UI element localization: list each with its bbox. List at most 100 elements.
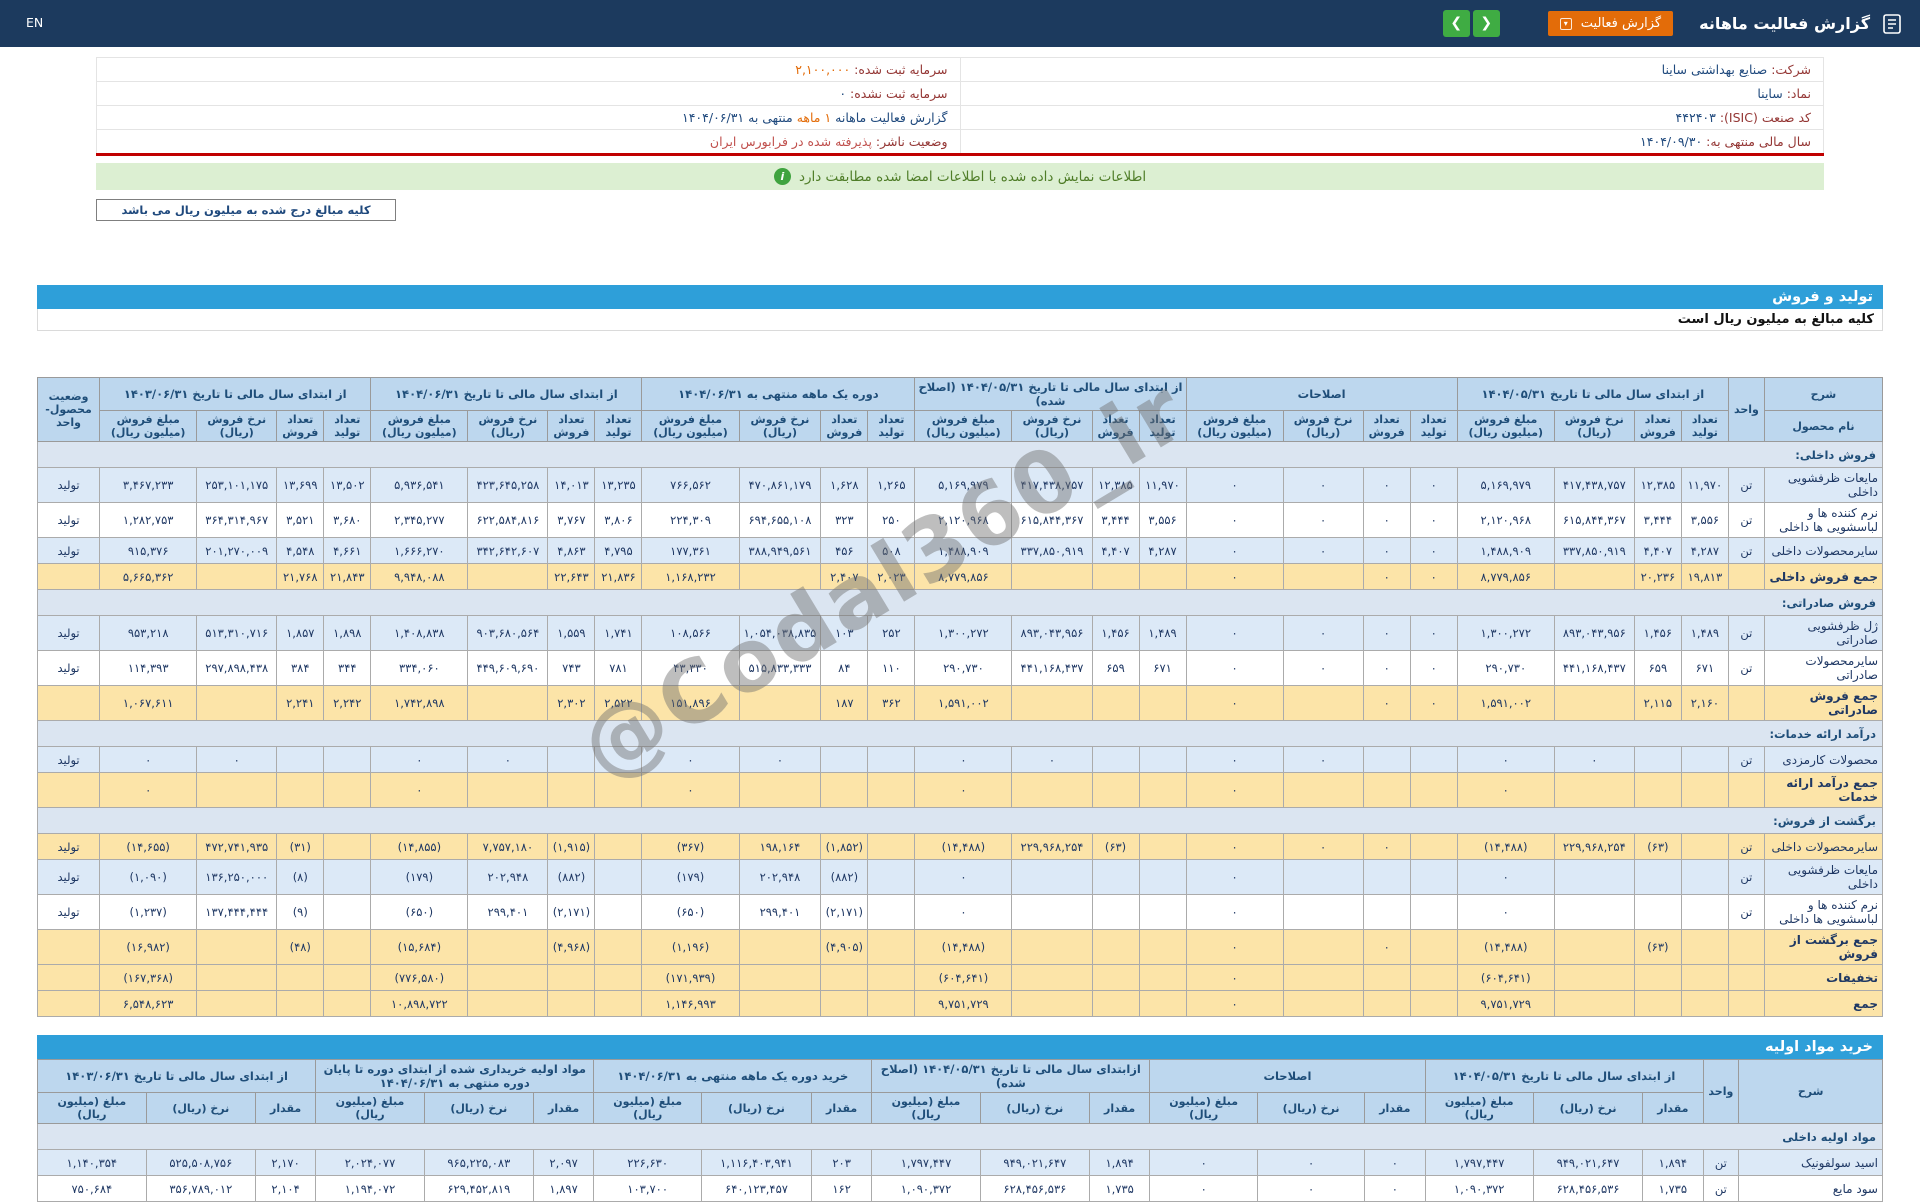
- value-cell: ۱,۱۶۸,۲۳۲: [641, 563, 740, 590]
- sales-unit-note: کلیه مبالغ به میلیون ریال است: [37, 309, 1883, 331]
- table-row: سایرمحصولات صادراتی تن ۶۷۱ ۶۵۹ ۴۴۱,۱۶۸,۴۳۷ ۲۹…: [36, 650, 1884, 686]
- section-label: فروش صادراتی:: [37, 589, 1883, 616]
- value-cell: [323, 990, 372, 1017]
- value-cell: ۲,۱۷۰: [254, 1149, 317, 1176]
- product-name-cell: سایرمحصولات داخلی: [1763, 833, 1884, 860]
- value-cell: ۱۳,۲۳۵: [594, 467, 643, 503]
- column-subheader: مبلغ فروش (میلیون ریال): [641, 410, 740, 442]
- value-cell: ۶۴۰,۱۲۳,۴۵۷: [701, 1175, 812, 1202]
- value-cell: [1680, 929, 1729, 965]
- status-cell: تولید: [36, 650, 101, 686]
- production-sales-table: شرح واحد از ابتدای سال مالی تا تاریخ ۱۴۰۴/…: [36, 377, 1884, 1017]
- company-name-link[interactable]: صنایع بهداشتی ساینا: [1662, 62, 1768, 77]
- column-subheader: مبلغ فروش (میلیون ریال): [1456, 410, 1555, 442]
- value-cell: ۳,۵۵۶: [1138, 502, 1187, 538]
- status-cell: تولید: [36, 894, 101, 930]
- status-cell: [36, 964, 101, 991]
- value-cell: ۶۲۲,۵۸۴,۸۱۶: [467, 502, 549, 538]
- report-type-button[interactable]: گزارش فعالیت ▾: [1547, 11, 1674, 36]
- column-subheader: مقدار: [1088, 1092, 1151, 1124]
- value-cell: [1553, 685, 1635, 721]
- value-cell: ۷۵۰,۶۸۴: [37, 1175, 147, 1202]
- report-period-suffix: منتهی به ۱۴۰۴/۰۶/۳۱: [682, 110, 793, 125]
- value-cell: ۱,۱۱۶,۴۰۳,۹۴۱: [701, 1149, 812, 1176]
- value-cell: ۸۹۳,۰۴۳,۹۵۶: [1553, 615, 1635, 651]
- value-cell: ۳۳۴,۰۶۰: [370, 650, 469, 686]
- value-cell: (۱,۸۵۲): [820, 833, 869, 860]
- company-name-cell: شرکت: صنایع بهداشتی ساینا: [959, 57, 1824, 82]
- value-cell: ۱,۸۵۷: [276, 615, 325, 651]
- value-cell: (۱۴,۴۸۸): [1456, 929, 1555, 965]
- value-cell: ۰: [1185, 964, 1284, 991]
- value-cell: ۱,۴۸۹: [1680, 615, 1729, 651]
- value-cell: ۲۲۹,۹۶۸,۲۵۴: [1553, 833, 1635, 860]
- column-header-product-name: نام محصول: [1763, 410, 1884, 442]
- value-cell: [196, 929, 278, 965]
- value-cell: [467, 964, 549, 991]
- value-cell: ۳۴۴: [323, 650, 372, 686]
- value-cell: ۷۸۱: [594, 650, 643, 686]
- report-period-cell: گزارش فعالیت ماهانه ۱ ماهه منتهی به ۱۴۰۴…: [96, 105, 961, 130]
- value-cell: ۲۱,۸۴۳: [323, 563, 372, 590]
- value-cell: ۱۳۶,۲۵۰,۰۰۰: [196, 859, 278, 895]
- value-cell: [196, 964, 278, 991]
- section-row: برگشت از فروش:: [37, 807, 1883, 834]
- unit-cell: تن: [1727, 833, 1765, 860]
- value-cell: (۱,۹۱۵): [547, 833, 596, 860]
- column-subheader: مقدار: [532, 1092, 595, 1124]
- notice-text: اطلاعات نمایش داده شده با اطلاعات امضا ش…: [798, 168, 1147, 185]
- value-cell: [1011, 685, 1093, 721]
- value-cell: [1282, 894, 1364, 930]
- value-cell: ۰: [641, 746, 740, 773]
- value-cell: ۰: [1364, 1149, 1426, 1176]
- value-cell: ۰: [914, 772, 1013, 808]
- chevron-down-icon: ▾: [1559, 17, 1572, 30]
- unit-cell: [1727, 772, 1765, 808]
- value-cell: [1680, 833, 1729, 860]
- column-group-header: از ابتدای سال مالی تا تاریخ ۱۴۰۴/۰۶/۳۱: [370, 377, 643, 411]
- value-cell: ۱,۴۰۸,۸۳۸: [370, 615, 469, 651]
- status-cell: تولید: [36, 502, 101, 538]
- unit-cell: [1727, 990, 1765, 1017]
- value-cell: ۵,۶۶۵,۳۶۲: [99, 563, 198, 590]
- status-cell: [36, 685, 101, 721]
- value-cell: ۰: [370, 772, 469, 808]
- value-cell: (۳۶۷): [641, 833, 740, 860]
- symbol-link[interactable]: ساینا: [1757, 86, 1782, 101]
- column-subheader: تعداد تولید: [1680, 410, 1729, 442]
- product-name-cell: محصولات کارمزدی: [1763, 746, 1884, 773]
- value-cell: [594, 859, 643, 895]
- table-row: جمع ۹,۷۵۱,۷۲۹ ۰ ۹,۷۵۱,۷۲۹ ۱,۱۴۶,۹۹۳ ۱۰,۸۹۸,۷۲…: [36, 990, 1884, 1017]
- value-cell: (۶۵۰): [641, 894, 740, 930]
- product-name-cell: نرم کننده ها و لباسشویی ها داخلی: [1763, 502, 1884, 538]
- product-name-cell: سایرمحصولات صادراتی: [1763, 650, 1884, 686]
- value-cell: ۲۰,۲۳۶: [1633, 563, 1682, 590]
- value-cell: ۱,۰۵۴,۰۳۸,۸۳۵: [738, 615, 822, 651]
- value-cell: [323, 746, 372, 773]
- value-cell: [323, 833, 372, 860]
- value-cell: [1091, 990, 1140, 1017]
- value-cell: ۸,۷۷۹,۸۵۶: [1456, 563, 1555, 590]
- language-toggle[interactable]: EN: [26, 15, 43, 30]
- value-cell: ۵,۹۳۶,۵۴۱: [370, 467, 469, 503]
- value-cell: [1409, 859, 1458, 895]
- previous-report-button[interactable]: ❮: [1442, 10, 1470, 37]
- value-cell: [1409, 894, 1458, 930]
- value-cell: ۵۱۳,۳۱۰,۷۱۶: [196, 615, 278, 651]
- value-cell: ۰: [1185, 772, 1284, 808]
- section-label: برگشت از فروش:: [37, 807, 1883, 834]
- value-cell: ۰: [1362, 563, 1411, 590]
- value-cell: ۰: [1282, 615, 1364, 651]
- value-cell: [1138, 929, 1187, 965]
- column-group-header: از ابتدای سال مالی تا تاریخ ۱۴۰۴/۰۵/۳۱: [1456, 377, 1729, 411]
- value-cell: [594, 990, 643, 1017]
- value-cell: ۱,۷۴۱: [594, 615, 643, 651]
- next-report-button[interactable]: ❯: [1472, 10, 1500, 37]
- section-label: مواد اولیه داخلی: [37, 1123, 1883, 1150]
- value-cell: [1282, 964, 1364, 991]
- value-cell: ۱۴,۰۱۳: [547, 467, 596, 503]
- value-cell: ۱۱,۹۷۰: [1138, 467, 1187, 503]
- value-cell: [1091, 964, 1140, 991]
- column-subheader: نرخ (ریال): [1532, 1092, 1644, 1124]
- column-subheader: تعداد فروش: [547, 410, 596, 442]
